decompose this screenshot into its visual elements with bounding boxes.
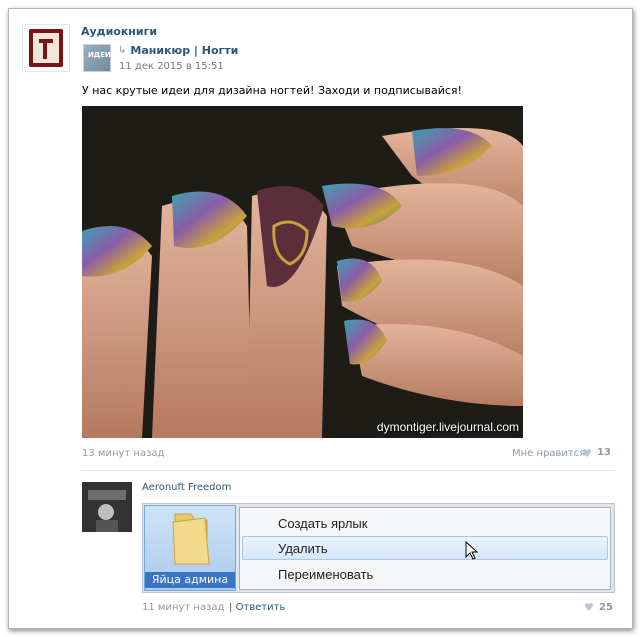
nails-photo-illustration xyxy=(82,106,523,438)
repost-source-thumbnail[interactable]: ИДЕИ xyxy=(83,44,111,72)
menu-item-rename: Переименовать xyxy=(278,567,374,582)
post-photo[interactable]: dymontiger.livejournal.com xyxy=(82,106,523,438)
context-menu: Создать ярлык Удалить Переименовать xyxy=(239,507,611,590)
post-time[interactable]: 13 минут назад xyxy=(82,448,164,459)
like-label[interactable]: Мне нравится xyxy=(512,448,585,459)
comment-like-count[interactable]: 25 xyxy=(599,602,613,613)
menu-item-create-shortcut: Создать ярлык xyxy=(278,516,368,531)
avatar-photo xyxy=(82,482,132,532)
repost-source-name[interactable]: Маникюр | Ногти xyxy=(130,44,238,57)
reply-button[interactable]: | Ответить xyxy=(229,602,285,613)
book-icon xyxy=(29,29,63,67)
folder-icon xyxy=(172,513,210,565)
comments-divider xyxy=(82,470,615,471)
folder-label: Яйца админа xyxy=(145,572,235,588)
heart-icon[interactable]: ♥ xyxy=(582,447,592,460)
comment-heart-icon[interactable]: ♥ xyxy=(584,601,594,614)
post-like-count[interactable]: 13 xyxy=(597,447,611,458)
group-avatar[interactable] xyxy=(22,24,70,72)
comment-time[interactable]: 11 минут назад xyxy=(142,602,224,613)
repost-date[interactable]: 11 дек 2015 в 15:51 xyxy=(119,61,224,72)
repost-thumb-text: ИДЕИ xyxy=(88,51,111,59)
group-name[interactable]: Аудиокниги xyxy=(81,25,157,38)
mouse-cursor-icon xyxy=(465,541,479,560)
comment-author[interactable]: Aeronuft Freedom xyxy=(142,482,231,493)
post-text: У нас крутые идеи для дизайна ногтей! За… xyxy=(82,84,462,97)
comment-author-avatar[interactable] xyxy=(82,482,132,532)
photo-watermark: dymontiger.livejournal.com xyxy=(376,420,519,434)
comment-attached-screenshot[interactable]: Яйца админа Создать ярлык Удалить Переим… xyxy=(142,503,615,593)
repost-arrow-icon: ↳ xyxy=(118,45,127,56)
reply-label[interactable]: Ответить xyxy=(236,602,286,613)
repost-line: ↳ Маникюр | Ногти xyxy=(118,44,238,57)
menu-item-delete: Удалить xyxy=(278,541,328,556)
folder-tile: Яйца админа xyxy=(144,505,236,591)
